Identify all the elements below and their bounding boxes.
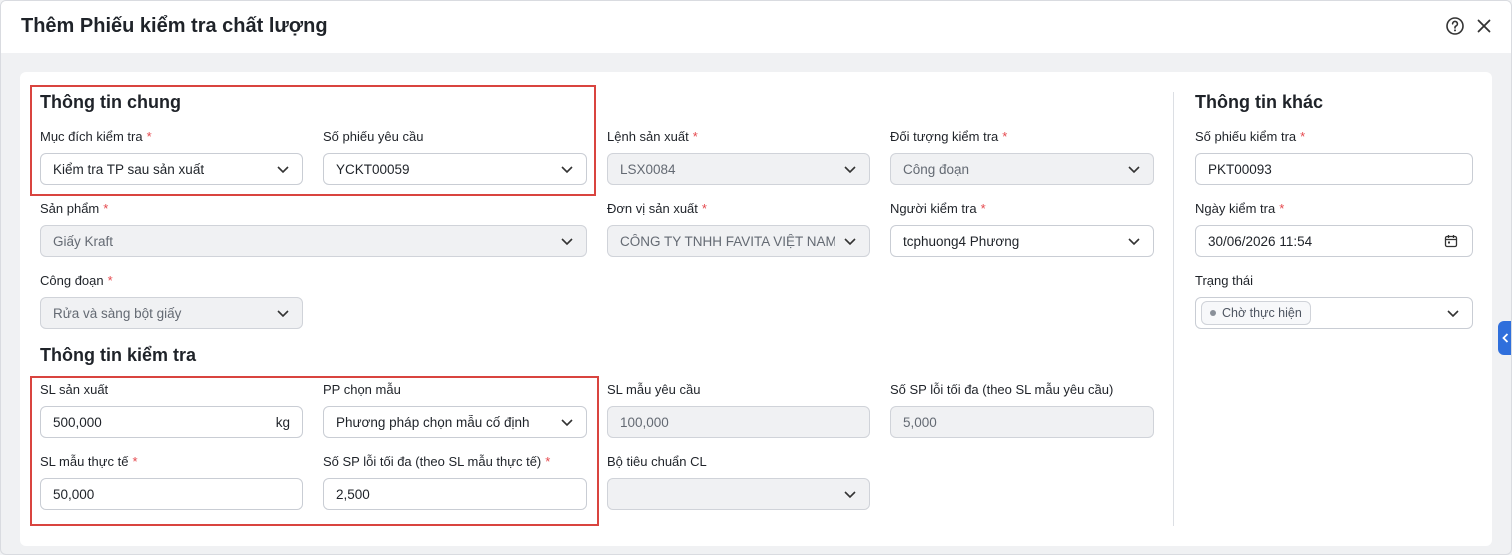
- so-phieu-kt-value: PKT00093: [1208, 161, 1272, 177]
- nguoi-kt-value: tcphuong4 Phương: [903, 233, 1020, 249]
- highlight-box-inspection: [30, 376, 599, 526]
- chevron-down-icon: [561, 238, 573, 246]
- doi-tuong-value: Công đoạn: [903, 161, 970, 177]
- san-pham-value: Giấy Kraft: [53, 233, 114, 249]
- san-pham-select[interactable]: Giấy Kraft: [40, 225, 587, 257]
- doi-tuong-select[interactable]: Công đoạn: [890, 153, 1154, 185]
- dialog-title: Thêm Phiếu kiểm tra chất lượng: [21, 15, 328, 37]
- sl-mau-yc-input[interactable]: 100,000: [607, 406, 870, 438]
- don-vi-value: CÔNG TY TNHH FAVITA VIỆT NAM: [620, 233, 835, 249]
- calendar-icon[interactable]: [1444, 234, 1458, 248]
- sl-mau-yc-value: 100,000: [620, 414, 669, 430]
- label-don-vi: Đơn vị sản xuất *: [607, 201, 707, 216]
- chevron-down-icon: [844, 491, 856, 499]
- nguoi-kt-select[interactable]: tcphuong4 Phương: [890, 225, 1154, 257]
- status-dot: [1210, 310, 1216, 316]
- bo-tieu-chuan-select[interactable]: [607, 478, 870, 510]
- section-title-inspection: Thông tin kiểm tra: [40, 345, 197, 365]
- label-sl-mau-yc: SL mẫu yêu cầu: [607, 382, 701, 397]
- label-lenh-sx: Lệnh sản xuất *: [607, 129, 698, 144]
- cong-doan-value: Rửa và sàng bột giấy: [53, 305, 182, 321]
- loi-max-yc-input[interactable]: 5,000: [890, 406, 1154, 438]
- label-loi-max-yc: Số SP lỗi tối đa (theo SL mẫu yêu cầu): [890, 382, 1114, 397]
- side-panel-toggle[interactable]: [1498, 321, 1511, 355]
- chevron-down-icon: [1128, 238, 1140, 246]
- chevron-down-icon: [1128, 166, 1140, 174]
- highlight-box-general: [30, 85, 596, 196]
- cong-doan-select[interactable]: Rửa và sàng bột giấy: [40, 297, 303, 329]
- status-badge: Chờ thực hiện: [1201, 301, 1311, 325]
- label-cong-doan: Công đoạn *: [40, 273, 113, 288]
- chevron-down-icon: [1447, 310, 1459, 318]
- chevron-down-icon: [844, 166, 856, 174]
- lenh-sx-value: LSX0084: [620, 161, 676, 177]
- don-vi-select[interactable]: CÔNG TY TNHH FAVITA VIỆT NAM: [607, 225, 870, 257]
- chevron-down-icon: [277, 310, 289, 318]
- dialog-header: Thêm Phiếu kiểm tra chất lượng: [1, 1, 1511, 53]
- label-nguoi-kt: Người kiểm tra *: [890, 201, 986, 216]
- section-title-other: Thông tin khác: [1195, 92, 1323, 112]
- label-bo-tieu-chuan: Bộ tiêu chuẩn CL: [607, 454, 707, 469]
- column-divider: [1173, 92, 1174, 526]
- label-trang-thai: Trạng thái: [1195, 273, 1254, 288]
- label-san-pham: Sản phẩm *: [40, 201, 109, 216]
- chevron-left-icon: [1502, 333, 1509, 343]
- add-quality-inspection-dialog: Thêm Phiếu kiểm tra chất lượng Thông tin…: [0, 0, 1512, 555]
- label-doi-tuong: Đối tượng kiểm tra *: [890, 129, 1008, 144]
- chevron-down-icon: [844, 238, 856, 246]
- label-so-phieu-kt: Số phiếu kiểm tra *: [1195, 129, 1306, 144]
- lenh-sx-select[interactable]: LSX0084: [607, 153, 870, 185]
- trang-thai-select[interactable]: Chờ thực hiện: [1195, 297, 1473, 329]
- ngay-kt-value: 30/06/2026 11:54: [1208, 233, 1313, 249]
- loi-max-yc-value: 5,000: [903, 414, 937, 430]
- ngay-kt-input[interactable]: 30/06/2026 11:54: [1195, 225, 1473, 257]
- label-ngay-kt: Ngày kiểm tra *: [1195, 201, 1285, 216]
- help-circle-icon[interactable]: [1445, 16, 1465, 36]
- so-phieu-kt-input[interactable]: PKT00093: [1195, 153, 1473, 185]
- close-icon[interactable]: [1474, 16, 1494, 36]
- status-text: Chờ thực hiện: [1222, 306, 1302, 320]
